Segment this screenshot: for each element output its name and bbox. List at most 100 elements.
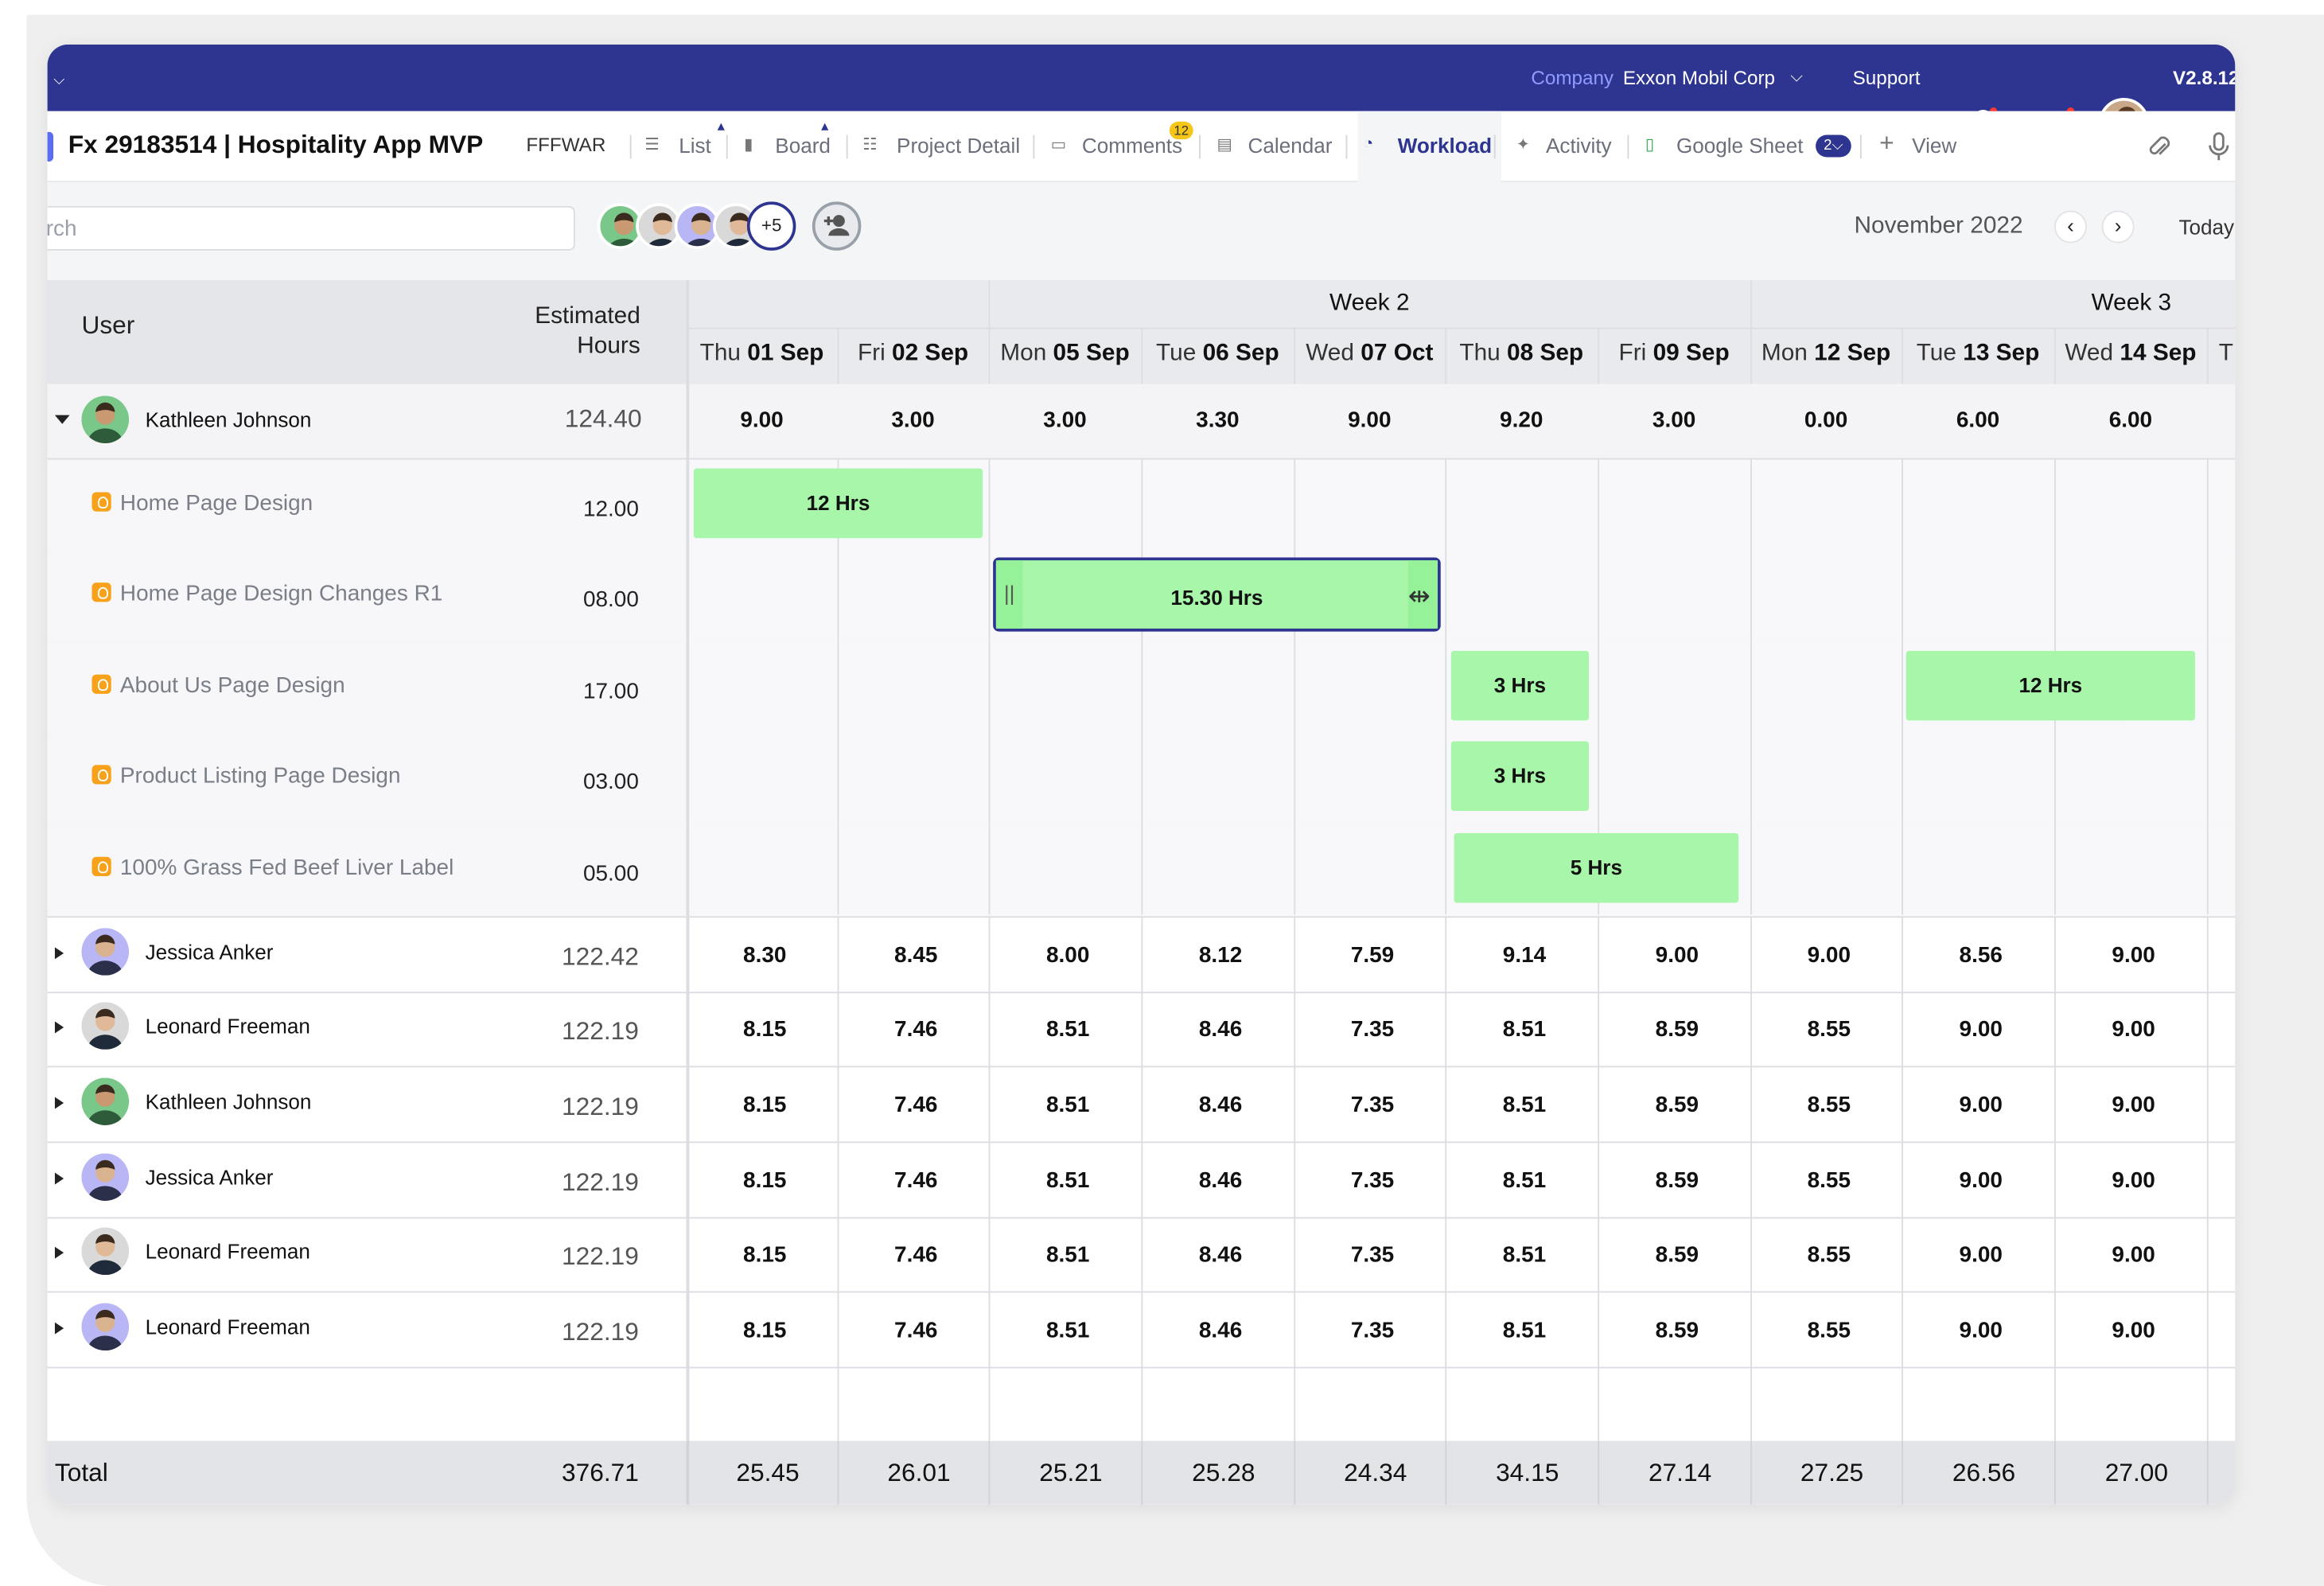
user-estimated-hours: 122.19 bbox=[562, 1167, 639, 1197]
daily-hours: 8.46 bbox=[1198, 1242, 1243, 1268]
daily-hours: 7.35 bbox=[1350, 1242, 1395, 1268]
today-button[interactable]: Today bbox=[2178, 215, 2234, 239]
avatar bbox=[81, 1227, 130, 1276]
tab-separator bbox=[1033, 134, 1035, 159]
more-members-button[interactable]: +5 bbox=[746, 201, 796, 251]
pin-icon bbox=[821, 123, 829, 131]
tab-calendar[interactable]: ▤ Calendar bbox=[1211, 111, 1349, 182]
week-3-header: Week 3 bbox=[2091, 290, 2172, 316]
tab-comments[interactable]: ▭ Comments 12 bbox=[1045, 111, 1201, 182]
previous-month-button[interactable]: ‹ bbox=[2053, 210, 2087, 244]
user-row[interactable] bbox=[48, 1216, 2236, 1291]
task-timeline-row bbox=[686, 550, 2236, 641]
tab-label: Project Detail bbox=[897, 133, 1021, 158]
tab-board[interactable]: ▮ Board bbox=[738, 111, 848, 182]
daily-hours: 8.15 bbox=[743, 1092, 787, 1118]
avatar bbox=[81, 928, 130, 976]
task-estimated-hours: 05.00 bbox=[582, 861, 639, 887]
collapse-caret-icon[interactable] bbox=[54, 415, 70, 424]
column-divider bbox=[1750, 1440, 1752, 1505]
company-name: Exxon Mobil Corp bbox=[1622, 66, 1776, 89]
next-month-button[interactable]: › bbox=[2101, 210, 2135, 244]
tab-google-sheet[interactable]: ▯ Google Sheet 2⌵ bbox=[1639, 111, 1864, 182]
expand-caret-icon[interactable] bbox=[54, 947, 64, 960]
tab-activity[interactable]: ✦ Activity bbox=[1510, 111, 1630, 182]
app-version: V2.8.12 bbox=[2173, 66, 2236, 89]
day-of-week: Fri bbox=[1618, 341, 1653, 367]
tab-project-detail[interactable]: ☷ Project Detail bbox=[857, 111, 1036, 182]
expand-caret-icon[interactable] bbox=[54, 1322, 64, 1335]
expand-caret-icon[interactable] bbox=[54, 1021, 64, 1034]
task-bar[interactable]: 12 Hrs bbox=[1906, 650, 2195, 721]
user-row[interactable] bbox=[48, 1141, 2236, 1216]
calendar-icon: ▤ bbox=[1216, 136, 1232, 154]
day-date: 14 Sep bbox=[2120, 341, 2197, 367]
expand-caret-icon[interactable] bbox=[54, 1246, 64, 1259]
tab-label: Activity bbox=[1546, 133, 1612, 158]
task-name[interactable]: Home Page Design Changes R1 bbox=[120, 581, 442, 606]
company-selector[interactable]: Exxon Mobil Corp bbox=[1623, 45, 1775, 111]
daily-hours: 8.55 bbox=[1807, 1092, 1851, 1118]
daily-hours: 8.15 bbox=[743, 1318, 787, 1343]
daily-hours: 7.46 bbox=[894, 1016, 938, 1042]
task-name[interactable]: Product Listing Page Design bbox=[120, 763, 401, 789]
task-bar[interactable]: 3 Hrs bbox=[1450, 741, 1590, 812]
tab-label: List bbox=[679, 133, 711, 158]
attachment-icon[interactable] bbox=[2147, 134, 2171, 161]
sheet-count-badge[interactable]: 2⌵ bbox=[1816, 134, 1851, 158]
task-icon bbox=[91, 492, 111, 512]
task-bar-label: 12 Hrs bbox=[2018, 672, 2083, 697]
user-name: Leonard Freeman bbox=[145, 1014, 310, 1038]
expand-caret-icon[interactable] bbox=[54, 1172, 64, 1185]
daily-hours: 7.59 bbox=[1350, 942, 1395, 968]
daily-hours: 7.46 bbox=[894, 1092, 938, 1118]
chevron-down-icon[interactable]: ⌵ bbox=[1790, 45, 1803, 111]
task-name[interactable]: 100% Grass Fed Beef Liver Label bbox=[120, 855, 454, 881]
day-of-week: Fri bbox=[857, 341, 893, 367]
task-bar[interactable]: 3 Hrs bbox=[1450, 650, 1590, 721]
tab-list[interactable]: ☰ List bbox=[639, 111, 730, 182]
workspace-switcher[interactable]: s ⌵ bbox=[48, 45, 65, 111]
add-member-button[interactable] bbox=[812, 201, 862, 251]
expand-caret-icon[interactable] bbox=[54, 1097, 64, 1109]
avatar bbox=[81, 1002, 130, 1050]
tab-separator bbox=[726, 134, 728, 159]
chevron-right-icon: › bbox=[2114, 213, 2122, 238]
drag-handle-left[interactable]: || bbox=[995, 560, 1023, 629]
plus-icon: + bbox=[1879, 129, 1894, 158]
task-bar[interactable]: 5 Hrs bbox=[1454, 832, 1739, 903]
daily-hours: 9.20 bbox=[1500, 407, 1543, 433]
task-name[interactable]: About Us Page Design bbox=[120, 673, 345, 699]
task-bar-label: 3 Hrs bbox=[1493, 672, 1547, 697]
user-name: Jessica Anker bbox=[145, 1165, 274, 1190]
search-input[interactable]: rch bbox=[47, 205, 575, 251]
tab-label: Google Sheet bbox=[1676, 133, 1804, 158]
microphone-icon[interactable] bbox=[2209, 132, 2229, 162]
tab-separator bbox=[846, 134, 848, 159]
tab-workload[interactable]: ◔ Workload bbox=[1357, 111, 1502, 183]
daily-hours: 8.46 bbox=[1198, 1092, 1243, 1118]
tab-view[interactable]: + View bbox=[1874, 111, 1972, 182]
user-row[interactable] bbox=[48, 1066, 2236, 1140]
task-icon bbox=[91, 765, 111, 785]
support-link[interactable]: Support bbox=[1853, 45, 1921, 111]
day-header: Tue 13 Sep bbox=[1902, 341, 2054, 368]
tab-separator bbox=[1627, 134, 1629, 159]
daily-hours: 7.46 bbox=[894, 1167, 938, 1194]
daily-hours: 8.59 bbox=[1655, 1318, 1699, 1343]
daily-hours: 9.00 bbox=[2112, 942, 2155, 968]
task-icon bbox=[91, 856, 111, 876]
current-month: November 2022 bbox=[1854, 213, 2023, 239]
daily-hours: 9.00 bbox=[1655, 942, 1699, 968]
task-bar[interactable]: 12 Hrs bbox=[693, 468, 983, 539]
task-name[interactable]: Home Page Design bbox=[120, 491, 313, 516]
user-row[interactable] bbox=[48, 916, 2236, 991]
daily-hours: 8.00 bbox=[1046, 942, 1090, 968]
daily-hours: 8.55 bbox=[1807, 1242, 1851, 1268]
comment-count-badge: 12 bbox=[1169, 121, 1193, 140]
user-row[interactable] bbox=[48, 990, 2236, 1065]
task-bar-selected[interactable]: 15.30 Hrs || ⇹ bbox=[993, 557, 1441, 632]
column-divider bbox=[1902, 459, 1903, 915]
user-row[interactable] bbox=[48, 1292, 2236, 1366]
search-input-value: rch bbox=[47, 216, 77, 242]
